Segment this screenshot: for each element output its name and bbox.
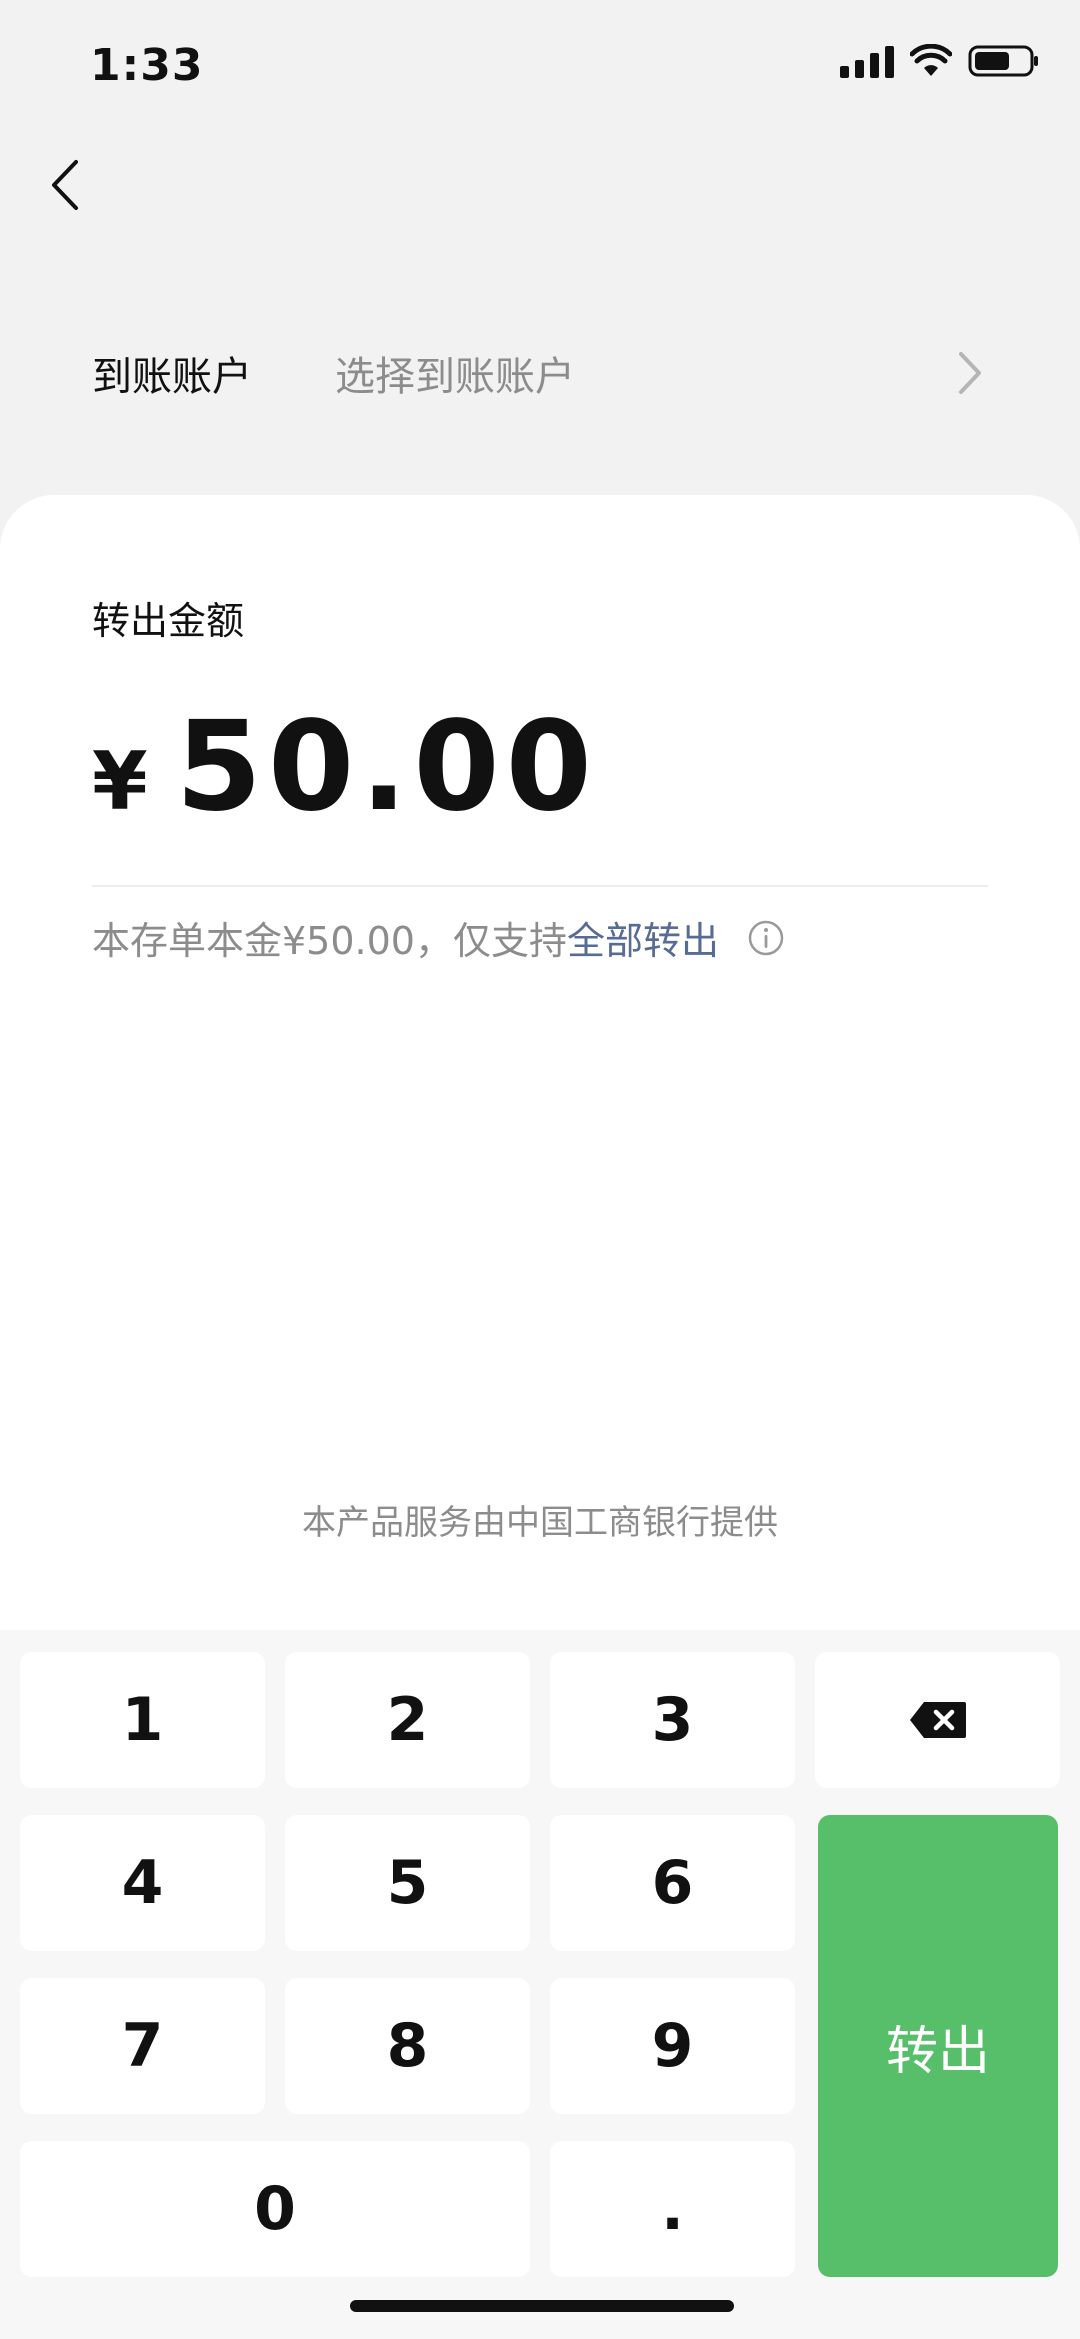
transfer-all-link[interactable]: 全部转出	[567, 910, 719, 965]
account-selector[interactable]: 到账账户 选择到账账户	[0, 320, 1080, 425]
amount-hint: 本存单本金¥50.00，仅支持 全部转出	[92, 910, 785, 965]
status-time: 1:33	[90, 40, 204, 91]
account-label: 到账账户	[92, 353, 252, 400]
info-icon[interactable]	[747, 919, 785, 957]
key-6[interactable]: 6	[550, 1815, 795, 1951]
back-arrow-icon	[52, 160, 78, 210]
battery-icon	[968, 45, 1038, 77]
currency-symbol: ¥	[92, 735, 148, 828]
signal-icon	[840, 44, 894, 78]
wifi-icon	[910, 44, 952, 76]
key-3[interactable]: 3	[550, 1652, 795, 1788]
amount-input[interactable]: ¥ 50.00	[92, 705, 598, 835]
key-5[interactable]: 5	[285, 1815, 530, 1951]
numeric-keypad: 1 2 3 4 5 6 7 8 9 0 . 转出	[0, 1630, 1080, 2339]
amount-value: 50.00	[175, 695, 598, 839]
transfer-card: 转出金额 ¥ 50.00 本存单本金¥50.00，仅支持 全部转出 本产品服务由…	[0, 495, 1080, 1630]
backspace-key[interactable]	[815, 1652, 1060, 1788]
chevron-right-icon	[959, 352, 981, 394]
transfer-out-screen: 1:33 到账账户 选择到账账户 转出金额 ¥ 50.00 本存单本金¥50.0…	[0, 0, 1080, 2339]
transfer-out-button[interactable]: 转出	[818, 1815, 1058, 2277]
account-placeholder: 选择到账账户	[335, 353, 575, 400]
amount-label: 转出金额	[92, 599, 245, 643]
home-indicator	[350, 2300, 734, 2312]
status-icons	[840, 44, 1040, 78]
hint-text: 本存单本金¥50.00，仅支持	[92, 919, 567, 963]
key-decimal[interactable]: .	[550, 2141, 795, 2277]
status-bar: 1:33	[0, 0, 1080, 130]
key-7[interactable]: 7	[20, 1978, 265, 2114]
key-9[interactable]: 9	[550, 1978, 795, 2114]
key-4[interactable]: 4	[20, 1815, 265, 1951]
key-1[interactable]: 1	[20, 1652, 265, 1788]
provider-note: 本产品服务由中国工商银行提供	[302, 1503, 778, 1543]
key-8[interactable]: 8	[285, 1978, 530, 2114]
key-0[interactable]: 0	[20, 2141, 530, 2277]
backspace-icon	[909, 1702, 966, 1738]
amount-divider	[92, 885, 988, 887]
back-button[interactable]	[30, 145, 100, 225]
key-2[interactable]: 2	[285, 1652, 530, 1788]
